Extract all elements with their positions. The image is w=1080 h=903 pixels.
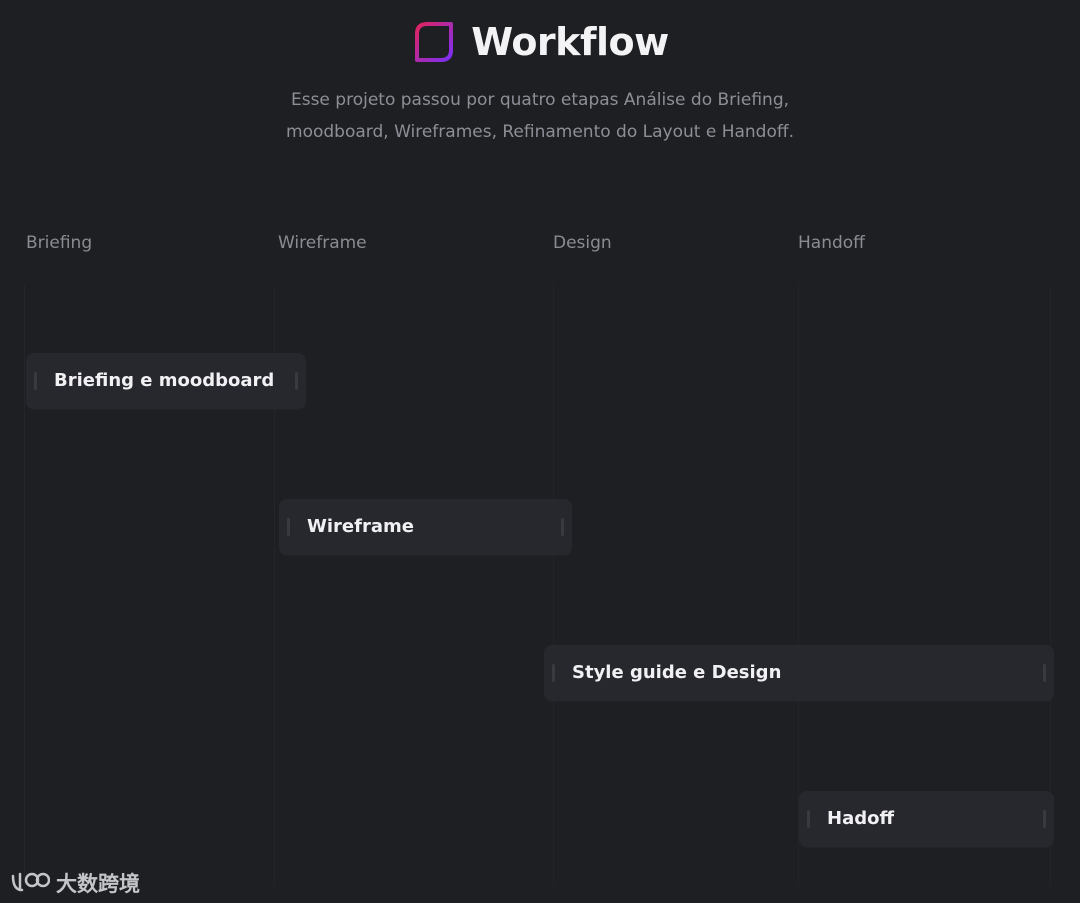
task-label: Hadoff: [827, 808, 895, 829]
column-divider: [24, 285, 25, 885]
column-divider: [553, 285, 554, 885]
logo-mark-icon: [11, 872, 50, 892]
resize-handle-left[interactable]: [807, 810, 810, 828]
watermark-text: 大数跨境: [56, 872, 140, 896]
column-label-briefing: Briefing: [26, 233, 93, 253]
resize-handle-right[interactable]: [1043, 810, 1046, 828]
task-label: Wireframe: [307, 516, 414, 537]
resize-handle-right[interactable]: [1043, 664, 1046, 682]
subtitle-line-2: moodboard, Wireframes, Refinamento do La…: [286, 122, 794, 142]
page-title: Workflow: [471, 20, 669, 64]
header: Workflow: [0, 18, 1080, 66]
task-bar-style-guide-design[interactable]: Style guide e Design: [544, 645, 1054, 701]
resize-handle-right[interactable]: [561, 518, 564, 536]
leaf-square-icon: [415, 22, 454, 62]
task-bar-handoff[interactable]: Hadoff: [799, 791, 1054, 847]
task-bar-briefing-moodboard[interactable]: Briefing e moodboard: [26, 353, 306, 409]
subtitle-line-1: Esse projeto passou por quatro etapas An…: [290, 90, 790, 110]
column-label-design: Design: [553, 233, 612, 253]
task-label: Briefing e moodboard: [54, 370, 275, 391]
watermark: 大数跨境: [10, 868, 140, 898]
column-label-handoff: Handoff: [798, 233, 865, 253]
task-label: Style guide e Design: [572, 662, 782, 683]
resize-handle-left[interactable]: [552, 664, 555, 682]
task-bar-wireframe[interactable]: Wireframe: [279, 499, 572, 555]
resize-handle-right[interactable]: [295, 372, 298, 390]
column-label-wireframe: Wireframe: [278, 233, 367, 253]
page-subtitle: Esse projeto passou por quatro etapas An…: [0, 84, 1080, 148]
resize-handle-left[interactable]: [287, 518, 290, 536]
resize-handle-left[interactable]: [34, 372, 37, 390]
